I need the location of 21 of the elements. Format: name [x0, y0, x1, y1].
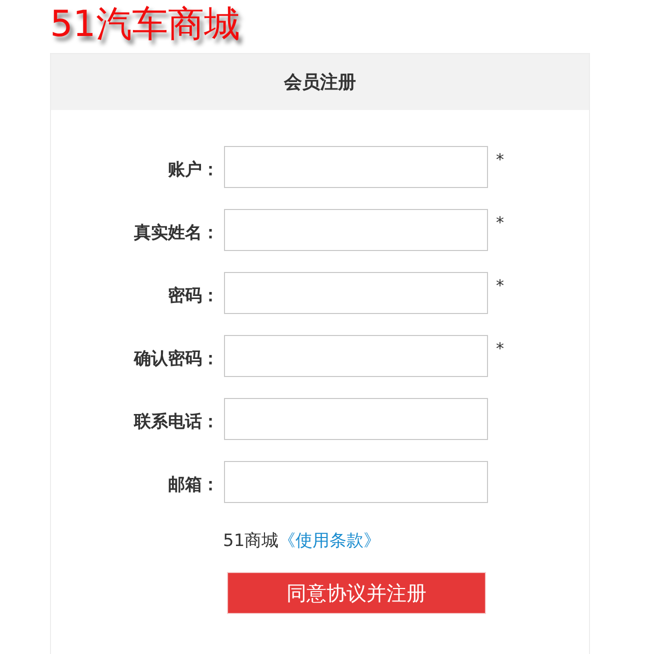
input-field[interactable]	[224, 209, 488, 251]
required-mark: *	[496, 276, 504, 296]
field-label: 真实姓名：	[133, 222, 219, 245]
required-mark: *	[496, 213, 504, 233]
field-label: 邮箱：	[167, 474, 219, 497]
input-field[interactable]	[224, 398, 488, 440]
input-field[interactable]	[224, 335, 488, 377]
input-field[interactable]	[224, 461, 488, 503]
panel-title: 会员注册	[284, 71, 356, 94]
site-logo: 51汽车商城	[50, 3, 240, 47]
field-label: 密码：	[167, 285, 219, 308]
register-button[interactable]: 同意协议并注册	[227, 572, 486, 614]
field-label: 确认密码：	[132, 348, 219, 371]
input-field[interactable]	[224, 272, 488, 314]
required-mark: *	[496, 339, 504, 359]
input-field[interactable]	[224, 146, 488, 188]
field-label: 联系电话：	[132, 411, 219, 434]
required-mark: *	[496, 150, 504, 170]
terms-link[interactable]: 《使用条款》	[278, 529, 381, 552]
terms-text: 51商城	[223, 530, 279, 552]
field-label: 账户：	[167, 159, 219, 182]
